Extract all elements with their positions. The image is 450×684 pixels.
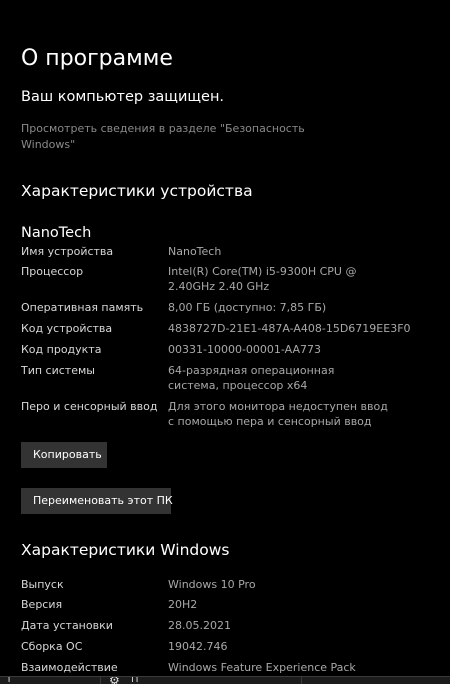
spec-label: Оперативная память	[21, 301, 144, 314]
spec-value: 20H2	[168, 598, 198, 611]
spec-value: Для этого монитора недоступен ввод с пом…	[168, 400, 388, 428]
spec-label: Имя устройства	[21, 245, 114, 258]
taskbar-item[interactable]: Т	[0, 677, 101, 684]
taskbar: Т ⚙ П	[0, 676, 450, 684]
spec-label: Код продукта	[21, 343, 102, 356]
spec-value: NanoTech	[168, 245, 222, 258]
security-details-link[interactable]: Просмотреть сведения в разделе "Безопасн…	[21, 121, 321, 153]
protection-status: Ваш компьютер защищен.	[21, 89, 225, 105]
spec-label: Взаимодействие	[21, 661, 118, 674]
page-title: О программе	[21, 46, 173, 71]
spec-label: Код устройства	[21, 322, 113, 335]
spec-label: Сборка ОС	[21, 640, 83, 653]
gear-icon: ⚙	[109, 676, 120, 684]
device-name-title: NanoTech	[21, 225, 92, 241]
windows-specs-heading: Характеристики Windows	[21, 541, 230, 559]
spec-value: 8,00 ГБ (доступно: 7,85 ГБ)	[168, 301, 327, 314]
spec-label: Тип системы	[21, 364, 95, 377]
spec-label: Перо и сенсорный ввод	[21, 400, 158, 413]
taskbar-item-label: П	[131, 676, 139, 684]
spec-value: Windows 10 Pro	[168, 578, 256, 591]
spec-value: 00331-10000-00001-AA773	[168, 343, 321, 356]
spec-value: 64-разрядная операционная система, проце…	[168, 364, 335, 392]
spec-label: Выпуск	[21, 578, 64, 591]
taskbar-item-label: Т	[6, 676, 13, 684]
spec-value: Windows Feature Experience Pack	[168, 661, 356, 674]
spec-label: Дата установки	[21, 619, 113, 632]
about-page: О программе Ваш компьютер защищен. Просм…	[0, 0, 450, 684]
copy-button[interactable]: Копировать	[21, 442, 107, 468]
spec-value: 4838727D-21E1-487A-A408-15D6719EE3F0	[168, 322, 411, 335]
spec-value: Intel(R) Core(TM) i5-9300H CPU @ 2.40GHz…	[168, 265, 357, 293]
spec-value: 19042.746	[168, 640, 228, 653]
device-specs-heading: Характеристики устройства	[21, 182, 253, 200]
spec-label: Версия	[21, 598, 63, 611]
taskbar-item-settings[interactable]: ⚙ П	[101, 677, 302, 684]
spec-value: 28.05.2021	[168, 619, 231, 632]
spec-label: Процессор	[21, 265, 84, 278]
rename-pc-button[interactable]: Переименовать этот ПК	[21, 488, 173, 514]
